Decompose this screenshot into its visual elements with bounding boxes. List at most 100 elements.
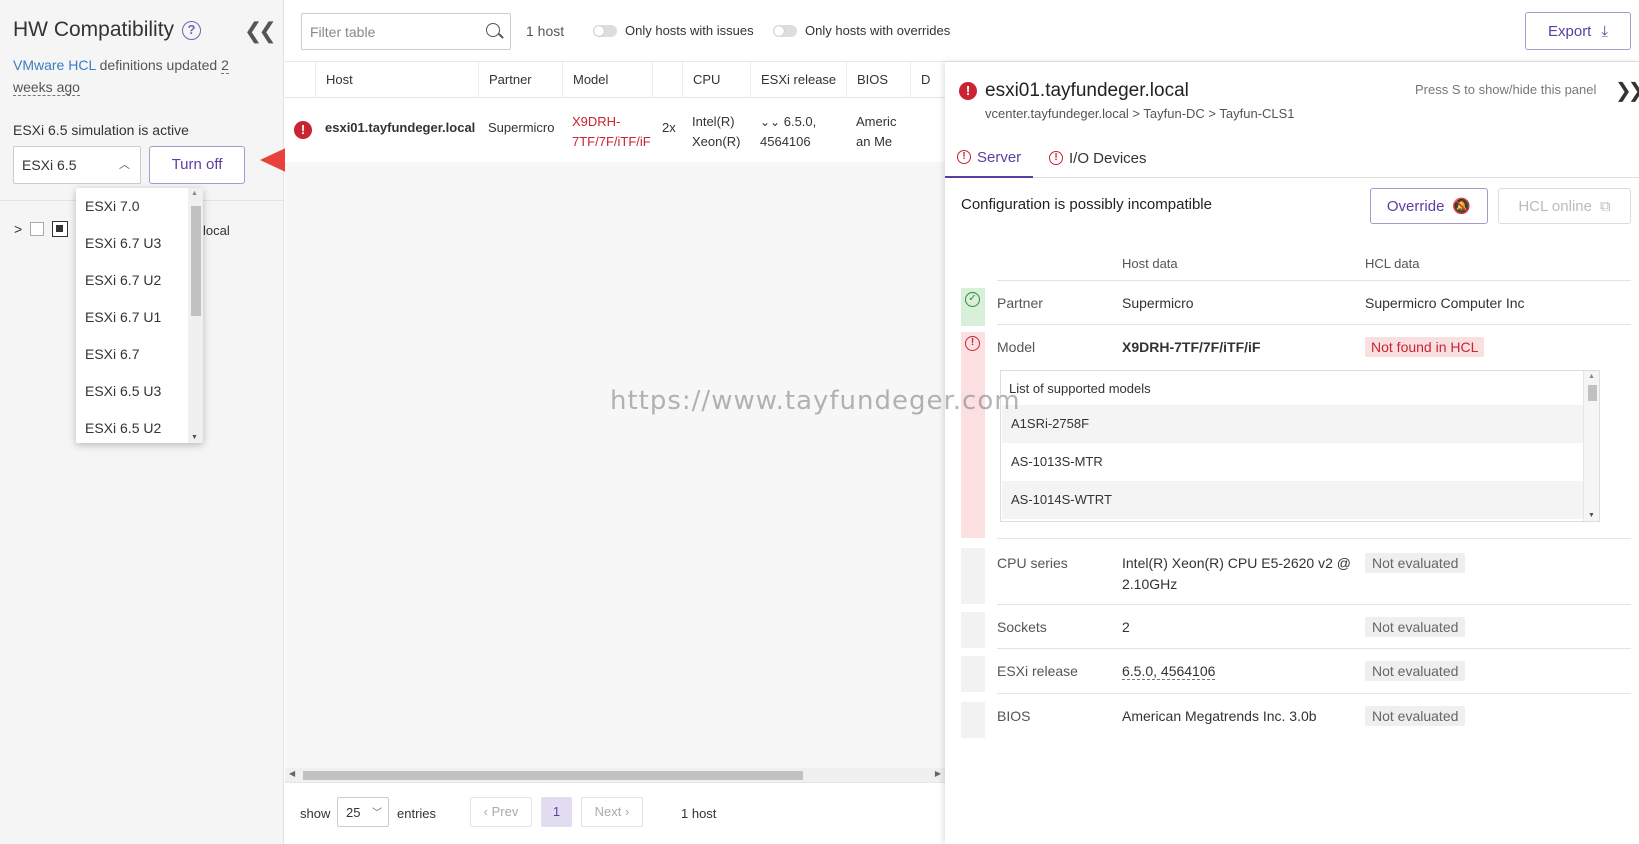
cell-cpu: Intel(R) Xeon(R) (692, 114, 741, 149)
chevron-right-icon[interactable]: > (14, 221, 22, 237)
scroll-right-icon[interactable]: ▶ (935, 769, 941, 778)
dropdown-scrollbar[interactable]: ▲ ▼ (188, 188, 203, 443)
row-host-sockets: 2 (1122, 619, 1130, 635)
column-header-count (652, 62, 682, 98)
row-host-partner: Supermicro (1122, 295, 1194, 311)
divider (997, 648, 1631, 649)
divider (997, 693, 1631, 694)
row-label-partner: Partner (997, 295, 1043, 311)
host-count: 1 host (526, 23, 565, 39)
scrollbar-thumb[interactable] (1588, 385, 1597, 401)
version-option[interactable]: ESXi 6.5 U2 (76, 410, 203, 443)
warning-icon: ! (957, 150, 971, 164)
toggle-overrides[interactable]: Only hosts with overrides (773, 23, 950, 38)
override-button[interactable]: Override 🔕 (1370, 188, 1488, 224)
cell-cpu-count: 2x (662, 120, 676, 135)
page-1-button[interactable]: 1 (541, 797, 572, 827)
panel-breadcrumb: vcenter.tayfundeger.local > Tayfun-DC > … (985, 106, 1295, 121)
host-detail-panel: ! esxi01.tayfundeger.local vcenter.tayfu… (945, 62, 1639, 844)
esxi-version-select[interactable]: ESXi 6.5 ︿ (13, 146, 141, 184)
column-header-model[interactable]: Model (562, 62, 652, 98)
host-icon (52, 221, 69, 237)
scroll-down-icon[interactable]: ▼ (1588, 512, 1595, 519)
error-circle-icon: ! (965, 336, 980, 351)
esxi-release-value[interactable]: 6.5.0, 4564106 (1122, 663, 1216, 680)
scroll-left-icon[interactable]: ◀ (289, 769, 295, 778)
simulation-status: ESXi 6.5 simulation is active (13, 122, 189, 138)
not-found-badge: Not found in HCL (1365, 337, 1485, 357)
panel-tabs: ! Server ! I/O Devices (945, 138, 1639, 178)
version-option[interactable]: ESXi 6.7 U1 (76, 299, 203, 336)
column-header-bios[interactable]: BIOS (846, 62, 910, 98)
row-hcl-sockets: Not evaluated (1365, 617, 1466, 637)
version-option[interactable]: ESXi 6.5 U3 (76, 373, 203, 410)
tab-io-devices[interactable]: ! I/O Devices (1037, 138, 1159, 178)
page-size-select[interactable]: 25 ﹀ (337, 797, 389, 827)
esxi-version-dropdown[interactable]: ESXi 7.0 ESXi 6.7 U3 ESXi 6.7 U2 ESXi 6.… (76, 188, 203, 443)
help-icon[interactable]: ? (182, 20, 202, 40)
filter-input[interactable]: Filter table (301, 13, 511, 50)
scrollbar-thumb[interactable] (303, 771, 803, 780)
external-link-icon: ⧉ (1599, 197, 1611, 215)
toggle-switch[interactable] (593, 24, 617, 37)
divider (997, 280, 1631, 281)
not-evaluated-badge: Not evaluated (1365, 553, 1466, 573)
column-header-esxi-release[interactable]: ESXi release (750, 62, 846, 98)
version-option[interactable]: ESXi 6.7 U3 (76, 225, 203, 262)
row-host-cpu: Intel(R) Xeon(R) CPU E5-2620 v2 @ 2.10GH… (1122, 555, 1351, 592)
cell-host[interactable]: esxi01.tayfundeger.local (325, 118, 475, 138)
row-label-sockets: Sockets (997, 619, 1047, 635)
list-item[interactable]: AS-1013S-MTR (1002, 443, 1584, 481)
divider (997, 324, 1631, 325)
entries-label: entries (397, 806, 437, 821)
next-label: Next (594, 804, 622, 819)
horizontal-scrollbar[interactable]: ◀ ▶ (285, 768, 945, 782)
supported-models-list[interactable]: List of supported models A1SRi-2758F AS-… (1000, 370, 1600, 522)
esxi-version-value: ESXi 6.5 (22, 157, 77, 173)
table-row[interactable]: ! esxi01.tayfundeger.local Supermicro X9… (285, 98, 945, 162)
download-icon: ⤓ (1601, 22, 1608, 40)
tree-checkbox[interactable] (30, 222, 45, 236)
column-header-cpu[interactable]: CPU (682, 62, 750, 98)
watermark: https://www.tayfundeger.com (610, 386, 1021, 416)
export-label: Export (1548, 22, 1592, 40)
collapse-sidebar-icon[interactable]: ❮❮ (244, 20, 277, 42)
tab-server[interactable]: ! Server (945, 138, 1034, 178)
scroll-up-icon[interactable]: ▲ (1588, 373, 1595, 380)
hcl-info: VMware HCL definitions updated 2 weeks a… (13, 54, 253, 98)
row-label-esxi: ESXi release (997, 663, 1078, 679)
turn-off-button[interactable]: Turn off (149, 146, 245, 184)
check-icon: ✓ (965, 292, 980, 307)
models-scrollbar[interactable]: ▲ ▼ (1583, 371, 1599, 521)
column-header-d[interactable]: D (910, 62, 945, 98)
close-panel-icon[interactable]: ❯❯ (1615, 78, 1639, 103)
vmware-hcl-link[interactable]: VMware HCL (13, 57, 96, 73)
list-item[interactable]: AS-1014S-WTRT (1002, 481, 1584, 519)
export-button[interactable]: Export ⤓ (1525, 12, 1631, 50)
table-header: Host Partner Model CPU ESXi release BIOS… (285, 62, 945, 98)
version-option[interactable]: ESXi 7.0 (76, 188, 203, 225)
next-button[interactable]: Next › (581, 797, 643, 827)
scroll-up-icon[interactable]: ▲ (191, 190, 198, 197)
column-header-host[interactable]: Host (315, 62, 478, 98)
toggle-switch[interactable] (773, 24, 797, 37)
scroll-down-icon[interactable]: ▼ (191, 434, 198, 441)
cell-esxi-release: ⌄⌄ 6.5.0, 4564106 (760, 112, 844, 152)
column-header-partner[interactable]: Partner (478, 62, 562, 98)
scrollbar-thumb[interactable] (191, 206, 201, 316)
row-label-model: Model (997, 339, 1036, 355)
list-item[interactable]: A1SRi-2758F (1002, 405, 1584, 443)
row-hcl-partner: Supermicro Computer Inc (1365, 295, 1525, 311)
hcl-online-button[interactable]: HCL online ⧉ (1498, 188, 1631, 224)
version-option[interactable]: ESXi 6.7 U2 (76, 262, 203, 299)
version-option[interactable]: ESXi 6.7 (76, 336, 203, 373)
tree-host-label[interactable]: local (203, 223, 230, 238)
row-host-model: X9DRH-7TF/7F/iTF/iF (1122, 339, 1261, 355)
chevron-double-down-icon: ⌄⌄ (760, 115, 781, 129)
prev-button[interactable]: ‹ Prev (470, 797, 532, 827)
row-host-bios: American Megatrends Inc. 3.0b (1122, 708, 1317, 724)
hcl-online-label: HCL online (1518, 197, 1592, 215)
cell-bios: Americ an Me (856, 114, 897, 149)
tree-row-host[interactable]: > (14, 221, 69, 237)
toggle-issues[interactable]: Only hosts with issues (593, 23, 754, 38)
